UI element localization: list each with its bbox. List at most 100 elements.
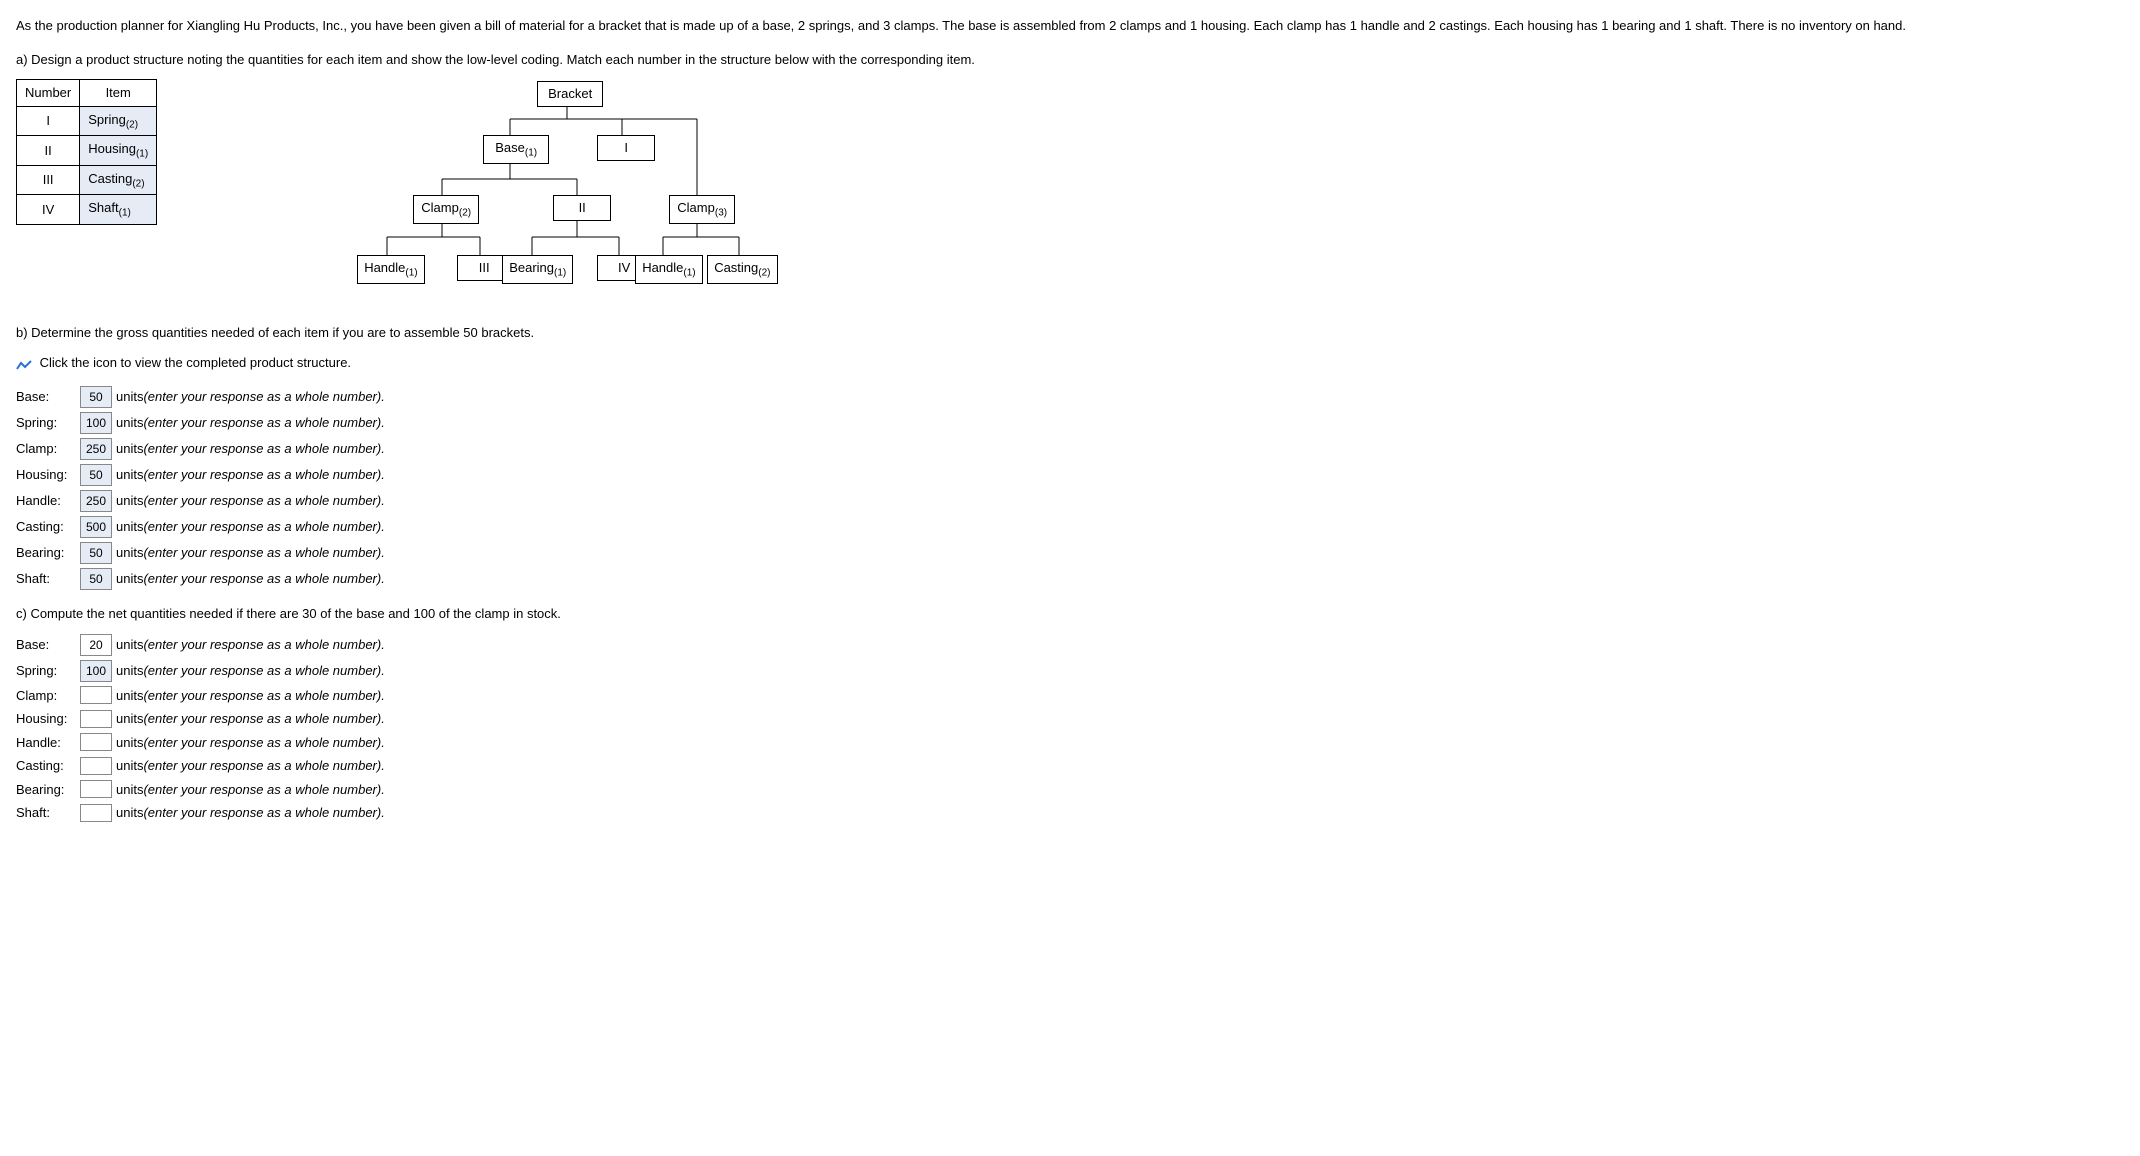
answer-hint: (enter your response as a whole number). <box>143 491 384 511</box>
answer-label: Spring: <box>16 413 76 433</box>
map-num: III <box>17 165 80 195</box>
answer-row: Housing: units (enter your response as a… <box>16 709 2124 729</box>
answer-input[interactable] <box>80 710 112 728</box>
map-item: Shaft(1) <box>80 195 157 225</box>
units-label: units <box>116 465 143 485</box>
map-item: Housing(1) <box>80 136 157 166</box>
units-label: units <box>116 635 143 655</box>
answer-row: Bearing: units (enter your response as a… <box>16 780 2124 800</box>
answer-label: Handle: <box>16 733 76 753</box>
answer-label: Shaft: <box>16 569 76 589</box>
answer-hint: (enter your response as a whole number). <box>143 803 384 823</box>
map-header-number: Number <box>17 80 80 107</box>
units-label: units <box>116 709 143 729</box>
answer-hint: (enter your response as a whole number). <box>143 635 384 655</box>
answer-hint: (enter your response as a whole number). <box>143 686 384 706</box>
units-label: units <box>116 491 143 511</box>
answer-label: Handle: <box>16 491 76 511</box>
units-label: units <box>116 733 143 753</box>
node-handle-b: Handle(1) <box>635 255 702 284</box>
answer-row: Bearing:50 units (enter your response as… <box>16 542 2124 564</box>
answer-label: Base: <box>16 387 76 407</box>
answer-label: Shaft: <box>16 803 76 823</box>
units-label: units <box>116 661 143 681</box>
answer-hint: (enter your response as a whole number). <box>143 733 384 753</box>
node-bracket: Bracket <box>537 81 603 107</box>
part-a-label: a) Design a product structure noting the… <box>16 50 2124 70</box>
part-b-label: b) Determine the gross quantities needed… <box>16 323 2124 343</box>
view-structure-text: Click the icon to view the completed pro… <box>40 355 351 370</box>
map-num: II <box>17 136 80 166</box>
answer-row: Clamp: units (enter your response as a w… <box>16 686 2124 706</box>
units-label: units <box>116 543 143 563</box>
answer-input[interactable] <box>80 733 112 751</box>
answer-row: Handle: units (enter your response as a … <box>16 733 2124 753</box>
answer-hint: (enter your response as a whole number). <box>143 543 384 563</box>
map-header-item: Item <box>80 80 157 107</box>
map-item: Casting(2) <box>80 165 157 195</box>
node-base: Base(1) <box>483 135 549 164</box>
answer-hint: (enter your response as a whole number). <box>143 756 384 776</box>
answer-value[interactable]: 100 <box>80 412 112 434</box>
answer-input[interactable] <box>80 686 112 704</box>
map-num: I <box>17 106 80 136</box>
answer-row: Base:20 units (enter your response as a … <box>16 634 2124 656</box>
answer-value[interactable]: 500 <box>80 516 112 538</box>
answer-hint: (enter your response as a whole number). <box>143 569 384 589</box>
units-label: units <box>116 780 143 800</box>
answer-input[interactable] <box>80 757 112 775</box>
answer-row: Casting: units (enter your response as a… <box>16 756 2124 776</box>
answer-label: Casting: <box>16 517 76 537</box>
answer-row: Housing:50 units (enter your response as… <box>16 464 2124 486</box>
answer-label: Clamp: <box>16 686 76 706</box>
answer-label: Base: <box>16 635 76 655</box>
answer-hint: (enter your response as a whole number). <box>143 465 384 485</box>
answer-value[interactable]: 50 <box>80 464 112 486</box>
node-clamp-3: Clamp(3) <box>669 195 735 224</box>
answer-value[interactable]: 50 <box>80 386 112 408</box>
answer-hint: (enter your response as a whole number). <box>143 439 384 459</box>
answer-label: Housing: <box>16 465 76 485</box>
answer-label: Clamp: <box>16 439 76 459</box>
answer-label: Casting: <box>16 756 76 776</box>
part-c-label: c) Compute the net quantities needed if … <box>16 604 2124 624</box>
product-structure-tree: Bracket Base(1) I Clamp(2) II Clamp(3) H… <box>197 79 897 309</box>
answer-row: Clamp:250 units (enter your response as … <box>16 438 2124 460</box>
units-label: units <box>116 686 143 706</box>
answer-input[interactable] <box>80 804 112 822</box>
answer-hint: (enter your response as a whole number). <box>143 413 384 433</box>
node-II: II <box>553 195 611 221</box>
answer-label: Bearing: <box>16 543 76 563</box>
node-clamp-2: Clamp(2) <box>413 195 479 224</box>
answer-label: Housing: <box>16 709 76 729</box>
map-num: IV <box>17 195 80 225</box>
units-label: units <box>116 803 143 823</box>
answer-hint: (enter your response as a whole number). <box>143 517 384 537</box>
answer-label: Spring: <box>16 661 76 681</box>
answer-hint: (enter your response as a whole number). <box>143 387 384 407</box>
node-bearing: Bearing(1) <box>502 255 573 284</box>
units-label: units <box>116 517 143 537</box>
answer-input[interactable]: 20 <box>80 634 112 656</box>
answer-input[interactable] <box>80 780 112 798</box>
answer-row: Casting:500 units (enter your response a… <box>16 516 2124 538</box>
answer-value[interactable]: 250 <box>80 438 112 460</box>
units-label: units <box>116 439 143 459</box>
answer-value[interactable]: 50 <box>80 568 112 590</box>
units-label: units <box>116 569 143 589</box>
node-casting-2: Casting(2) <box>707 255 777 284</box>
answer-row: Shaft: units (enter your response as a w… <box>16 803 2124 823</box>
map-item: Spring(2) <box>80 106 157 136</box>
view-structure-link[interactable]: Click the icon to view the completed pro… <box>16 353 2124 373</box>
answer-value[interactable]: 50 <box>80 542 112 564</box>
answer-row: Shaft:50 units (enter your response as a… <box>16 568 2124 590</box>
answer-label: Bearing: <box>16 780 76 800</box>
chart-icon <box>16 357 32 369</box>
intro-text: As the production planner for Xiangling … <box>16 16 2124 36</box>
item-mapping-table: Number Item ISpring(2)IIHousing(1)IIICas… <box>16 79 157 225</box>
units-label: units <box>116 387 143 407</box>
answer-row: Spring:100 units (enter your response as… <box>16 412 2124 434</box>
answer-row: Base:50 units (enter your response as a … <box>16 386 2124 408</box>
answer-value[interactable]: 100 <box>80 660 112 682</box>
answer-value[interactable]: 250 <box>80 490 112 512</box>
